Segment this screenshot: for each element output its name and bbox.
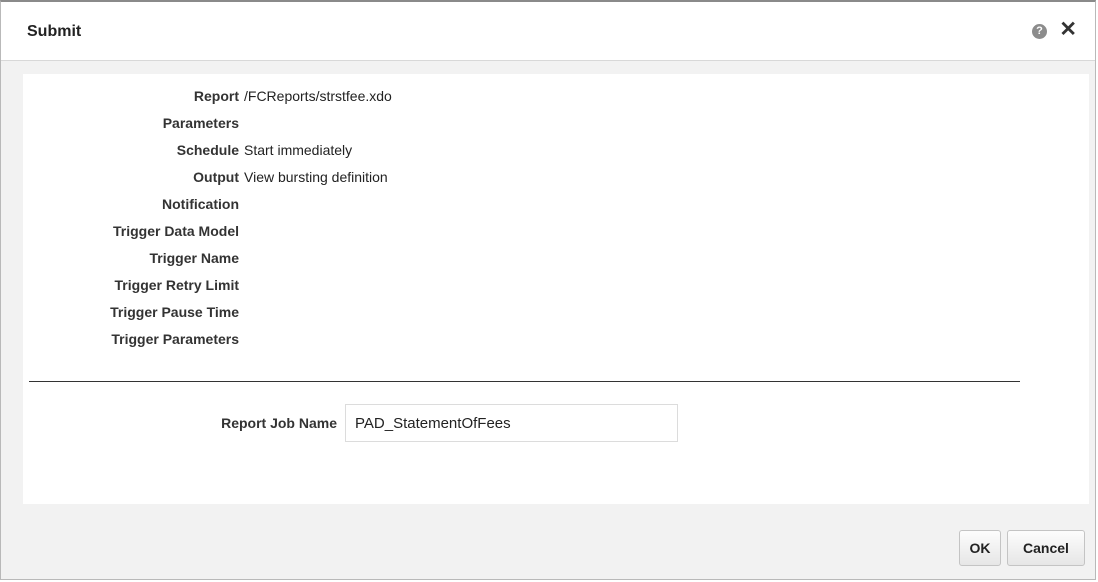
close-icon[interactable]: ✕: [1059, 19, 1077, 41]
report-job-name-input[interactable]: [345, 404, 678, 442]
trigger-name-label: Trigger Name: [149, 250, 239, 266]
schedule-value: Start immediately: [244, 142, 353, 158]
trigger-parameters-label: Trigger Parameters: [111, 331, 239, 347]
cancel-button[interactable]: Cancel: [1007, 530, 1085, 566]
trigger-pause-time-label: Trigger Pause Time: [110, 304, 239, 320]
ok-button[interactable]: OK: [959, 530, 1001, 566]
section-divider: [29, 381, 1020, 382]
report-label: Report: [193, 88, 239, 104]
output-label: Output: [193, 169, 239, 185]
report-value: /FCReports/strstfee.xdo: [244, 88, 392, 104]
dialog-titlebar: Submit ? ✕: [1, 2, 1095, 61]
trigger-retry-limit-label: Trigger Retry Limit: [114, 277, 239, 293]
parameters-label: Parameters: [162, 115, 239, 131]
help-icon[interactable]: ?: [1032, 24, 1047, 39]
trigger-data-model-label: Trigger Data Model: [112, 223, 239, 239]
submit-dialog: Submit ? ✕ Report /FCReports/strstfee.xd…: [0, 0, 1096, 580]
dialog-content: Report /FCReports/strstfee.xdo Parameter…: [23, 74, 1089, 504]
schedule-label: Schedule: [176, 142, 239, 158]
output-value: View bursting definition: [244, 169, 388, 185]
report-job-name-label: Report Job Name: [221, 415, 337, 431]
notification-label: Notification: [162, 196, 239, 212]
dialog-title: Submit: [27, 23, 82, 40]
